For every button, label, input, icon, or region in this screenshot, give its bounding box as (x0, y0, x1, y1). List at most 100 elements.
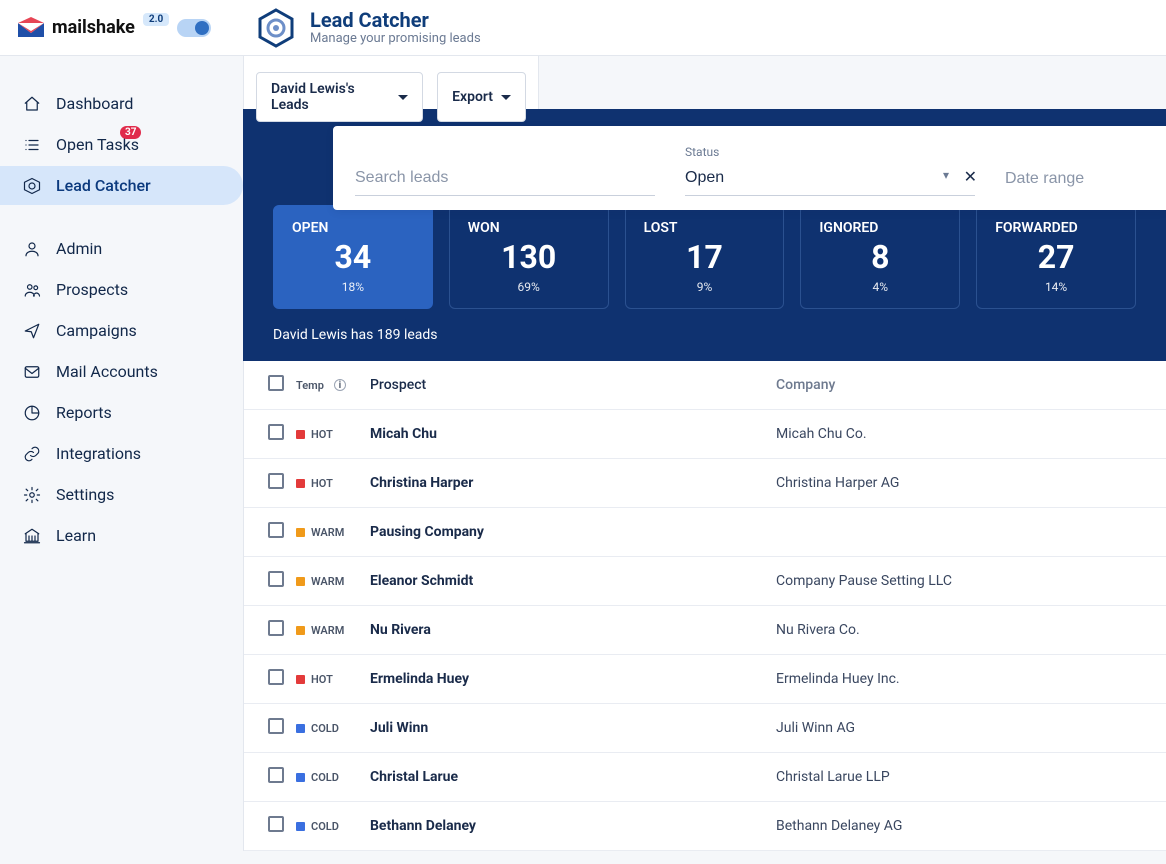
table-row[interactable]: WARMEleanor SchmidtCompany Pause Setting… (244, 557, 1166, 606)
users-icon (22, 281, 42, 299)
sidebar-item-learn[interactable]: Learn (0, 516, 243, 555)
prospect-cell: Eleanor Schmidt (370, 573, 776, 589)
table-row[interactable]: HOTMicah ChuMicah Chu Co. (244, 410, 1166, 459)
table-row[interactable]: COLDChristal LarueChristal Larue LLP (244, 753, 1166, 802)
clear-status-icon[interactable]: ✕ (964, 167, 977, 186)
stat-value: 34 (292, 238, 414, 276)
gear-icon (22, 486, 42, 504)
temp-cell: COLD (296, 722, 370, 735)
table-row[interactable]: WARMPausing Company (244, 508, 1166, 557)
chevron-down-icon (398, 95, 408, 100)
sidebar-item-settings[interactable]: Settings (0, 475, 243, 514)
export-label: Export (452, 89, 493, 105)
temp-label: COLD (311, 820, 339, 833)
stat-percent: 4% (819, 280, 941, 294)
row-checkbox[interactable] (268, 767, 284, 783)
stat-value: 17 (644, 238, 766, 276)
temp-label: WARM (311, 575, 344, 588)
temp-hot-icon (296, 675, 305, 684)
search-field (355, 163, 655, 196)
sidebar-item-open-tasks[interactable]: Open Tasks37 (0, 125, 243, 164)
page-title-block: Lead Catcher Manage your promising leads (256, 8, 481, 48)
link-icon (22, 445, 42, 463)
col-company[interactable]: Company (776, 377, 1142, 393)
temp-cold-icon (296, 724, 305, 733)
leads-owner-dropdown[interactable]: David Lewis's Leads (256, 72, 423, 122)
table-row[interactable]: HOTErmelinda HueyErmelinda Huey Inc. (244, 655, 1166, 704)
brand-name: mailshake (52, 17, 135, 38)
sidebar-item-label: Learn (56, 526, 96, 545)
prospect-cell: Ermelinda Huey (370, 671, 776, 687)
stat-card-ignored[interactable]: IGNORED 8 4% (800, 205, 960, 309)
user-icon (22, 240, 42, 258)
status-field: Status ▾ ✕ (685, 145, 975, 196)
row-checkbox[interactable] (268, 718, 284, 734)
stat-card-lost[interactable]: LOST179% (625, 205, 785, 309)
prospect-cell: Nu Rivera (370, 622, 776, 638)
temp-cell: COLD (296, 771, 370, 784)
table-row[interactable]: COLDBethann DelaneyBethann Delaney AG (244, 802, 1166, 851)
temp-cell: HOT (296, 428, 370, 441)
main-area: David Lewis's Leads Export Status ▾ ✕ OP… (243, 56, 1166, 864)
sidebar-item-integrations[interactable]: Integrations (0, 434, 243, 473)
send-icon (22, 322, 42, 340)
temp-cell: WARM (296, 526, 370, 539)
stat-value: 8 (819, 238, 941, 276)
sidebar-item-admin[interactable]: Admin (0, 229, 243, 268)
export-button[interactable]: Export (437, 72, 526, 122)
temp-label: WARM (311, 624, 344, 637)
brand-logo[interactable]: mailshake (16, 17, 135, 39)
sidebar-item-lead-catcher[interactable]: Lead Catcher (0, 166, 243, 205)
temp-cold-icon (296, 822, 305, 831)
sidebar-item-mail-accounts[interactable]: Mail Accounts (0, 352, 243, 391)
row-checkbox[interactable] (268, 424, 284, 440)
sidebar-item-reports[interactable]: Reports (0, 393, 243, 432)
sidebar-item-prospects[interactable]: Prospects (0, 270, 243, 309)
badge-count: 37 (120, 126, 141, 139)
envelope-icon (16, 17, 46, 39)
sidebar-item-campaigns[interactable]: Campaigns (0, 311, 243, 350)
row-checkbox[interactable] (268, 571, 284, 587)
temp-cell: HOT (296, 477, 370, 490)
search-input[interactable] (355, 163, 655, 196)
stat-card-open[interactable]: OPEN 34 18% (273, 205, 433, 309)
table-row[interactable]: HOTChristina HarperChristina Harper AG (244, 459, 1166, 508)
lead-catcher-hex-icon (256, 8, 296, 48)
row-checkbox[interactable] (268, 522, 284, 538)
nav-group-2: AdminProspectsCampaigns Mail Accounts Repo… (0, 229, 243, 555)
version-toggle[interactable] (177, 19, 211, 37)
select-all-checkbox[interactable] (268, 375, 284, 391)
table-row[interactable]: COLDJuli WinnJuli Winn AG (244, 704, 1166, 753)
sidebar-item-label: Mail Accounts (56, 362, 158, 381)
stat-label: IGNORED (819, 220, 941, 236)
row-checkbox[interactable] (268, 669, 284, 685)
sidebar-item-dashboard[interactable]: Dashboard (0, 84, 243, 123)
stat-percent: 9% (644, 280, 766, 294)
temp-warm-icon (296, 577, 305, 586)
row-checkbox[interactable] (268, 620, 284, 636)
stat-card-forwarded[interactable]: FORWARDED2714% (976, 205, 1136, 309)
leads-summary: David Lewis has 189 leads (273, 327, 1136, 343)
prospect-cell: Pausing Company (370, 524, 776, 540)
row-checkbox[interactable] (268, 473, 284, 489)
stat-card-won[interactable]: WON13069% (449, 205, 609, 309)
date-range-input[interactable] (1005, 164, 1166, 196)
info-icon[interactable]: i (334, 379, 346, 391)
sidebar-item-label: Reports (56, 403, 112, 422)
sidebar-item-label: Settings (56, 485, 114, 504)
stat-label: OPEN (292, 220, 414, 236)
row-checkbox[interactable] (268, 816, 284, 832)
col-prospect[interactable]: Prospect (370, 377, 776, 393)
stat-row: OPEN 34 18% WON13069%LOST179% IGNORED 8 4% FORW… (273, 205, 1136, 309)
prospect-cell: Bethann Delaney (370, 818, 776, 834)
temp-label: HOT (311, 428, 333, 441)
temp-label: HOT (311, 673, 333, 686)
leads-owner-label: David Lewis's Leads (271, 81, 390, 113)
col-temp[interactable]: Temp i (296, 379, 370, 392)
company-cell: Juli Winn AG (776, 720, 1142, 736)
status-select[interactable] (685, 163, 975, 196)
temp-cell: WARM (296, 575, 370, 588)
stat-percent: 18% (292, 280, 414, 294)
table-row[interactable]: WARMNu RiveraNu Rivera Co. (244, 606, 1166, 655)
table-header-row: Temp i Prospect Company (244, 361, 1166, 410)
